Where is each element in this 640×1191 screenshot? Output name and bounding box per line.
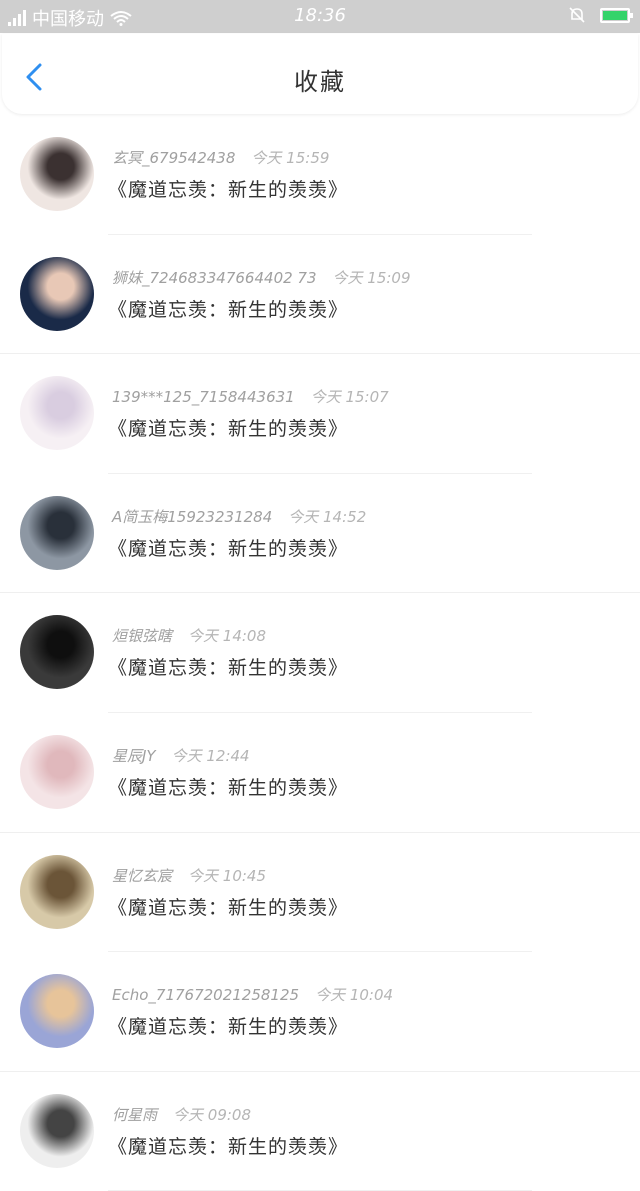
item-meta: A简玉梅15923231284 今天 14:52 (112, 506, 366, 527)
message-text: 《魔道忘羡：新生的羡羡》 (108, 776, 349, 799)
user-name: Echo_717672021258125 (112, 986, 300, 1005)
avatar[interactable] (20, 854, 94, 929)
favorites-list: 玄冥_679542438 今天 15:59 《魔道忘羡：新生的羡羡》 狮妹_72468… (0, 115, 640, 1191)
user-name: 何星雨 (112, 1105, 158, 1124)
message-text: 《魔道忘羡：新生的羡羡》 (108, 179, 349, 201)
avatar[interactable] (20, 256, 94, 331)
list-item[interactable]: Echo_717672021258125 今天 10:04 《魔道忘羡：新生的羡羡》 (0, 952, 640, 1072)
message-text: 《魔道忘羡：新生的羡羡》 (108, 1135, 349, 1158)
timestamp: 今天 15:09 (332, 268, 411, 287)
clock: 18:36 (294, 5, 346, 26)
status-bar: 中国移动 18:36 (0, 0, 640, 33)
timestamp: 今天 15:07 (310, 388, 389, 407)
timestamp: 今天 15:59 (251, 149, 330, 167)
list-item[interactable]: 139***125_7158443631 今天 15:07 《魔道忘羡：新生的羡羡》 (0, 354, 640, 474)
list-item[interactable]: 玄冥_679542438 今天 15:59 《魔道忘羡：新生的羡羡》 (0, 115, 640, 235)
message-text: 《魔道忘羡：新生的羡羡》 (108, 537, 349, 560)
user-name: 星忆玄宸 (112, 866, 173, 885)
item-meta: 星辰JY 今天 12:44 (112, 745, 250, 766)
item-meta: 玄冥_679542438 今天 15:59 (112, 147, 329, 168)
user-name: 狮妹_724683347664402 73 (112, 268, 317, 287)
status-right (568, 6, 633, 24)
avatar[interactable] (20, 1093, 94, 1168)
timestamp: 今天 14:52 (288, 507, 367, 526)
avatar[interactable] (20, 974, 94, 1049)
timestamp: 今天 10:45 (188, 866, 267, 885)
timestamp: 今天 12:44 (171, 746, 250, 765)
item-meta: 何星雨 今天 09:08 (112, 1104, 251, 1125)
avatar[interactable] (20, 376, 94, 451)
user-name: A简玉梅15923231284 (112, 507, 273, 526)
user-name: 139***125_7158443631 (112, 388, 295, 407)
item-meta: Echo_717672021258125 今天 10:04 (112, 984, 393, 1005)
user-name: 烜银弦瞎 (112, 627, 173, 646)
timestamp: 今天 14:08 (188, 627, 267, 646)
item-meta: 狮妹_724683347664402 73 今天 15:09 (112, 267, 411, 288)
avatar[interactable] (20, 137, 94, 211)
message-text: 《魔道忘羡：新生的羡羡》 (108, 896, 349, 919)
list-item[interactable]: 何星雨 今天 09:08 《魔道忘羡：新生的羡羡》 (0, 1072, 640, 1191)
item-meta: 139***125_7158443631 今天 15:07 (112, 386, 389, 407)
user-name: 星辰JY (112, 746, 156, 765)
message-text: 《魔道忘羡：新生的羡羡》 (108, 298, 349, 321)
item-meta: 星忆玄宸 今天 10:45 (112, 865, 266, 886)
page-title: 收藏 (294, 68, 346, 96)
message-text: 《魔道忘羡：新生的羡羡》 (108, 657, 349, 680)
bell-muted-icon (569, 7, 585, 23)
message-text: 《魔道忘羡：新生的羡羡》 (108, 1016, 349, 1039)
list-item[interactable]: 星辰JY 今天 12:44 《魔道忘羡：新生的羡羡》 (0, 713, 640, 833)
list-item[interactable]: A简玉梅15923231284 今天 14:52 《魔道忘羡：新生的羡羡》 (0, 474, 640, 594)
list-item[interactable]: 星忆玄宸 今天 10:45 《魔道忘羡：新生的羡羡》 (0, 833, 640, 953)
item-meta: 烜银弦瞎 今天 14:08 (112, 625, 266, 646)
avatar[interactable] (20, 615, 94, 690)
timestamp: 今天 09:08 (173, 1105, 252, 1124)
nav-header: 收藏 (2, 34, 638, 114)
avatar[interactable] (20, 495, 94, 570)
battery-icon (600, 7, 633, 23)
avatar[interactable] (20, 734, 94, 809)
user-name: 玄冥_679542438 (112, 149, 236, 167)
timestamp: 今天 10:04 (315, 986, 394, 1005)
list-item[interactable]: 烜银弦瞎 今天 14:08 《魔道忘羡：新生的羡羡》 (0, 593, 640, 713)
message-text: 《魔道忘羡：新生的羡羡》 (108, 418, 349, 441)
list-item[interactable]: 狮妹_724683347664402 73 今天 15:09 《魔道忘羡：新生的羡羡… (0, 235, 640, 355)
